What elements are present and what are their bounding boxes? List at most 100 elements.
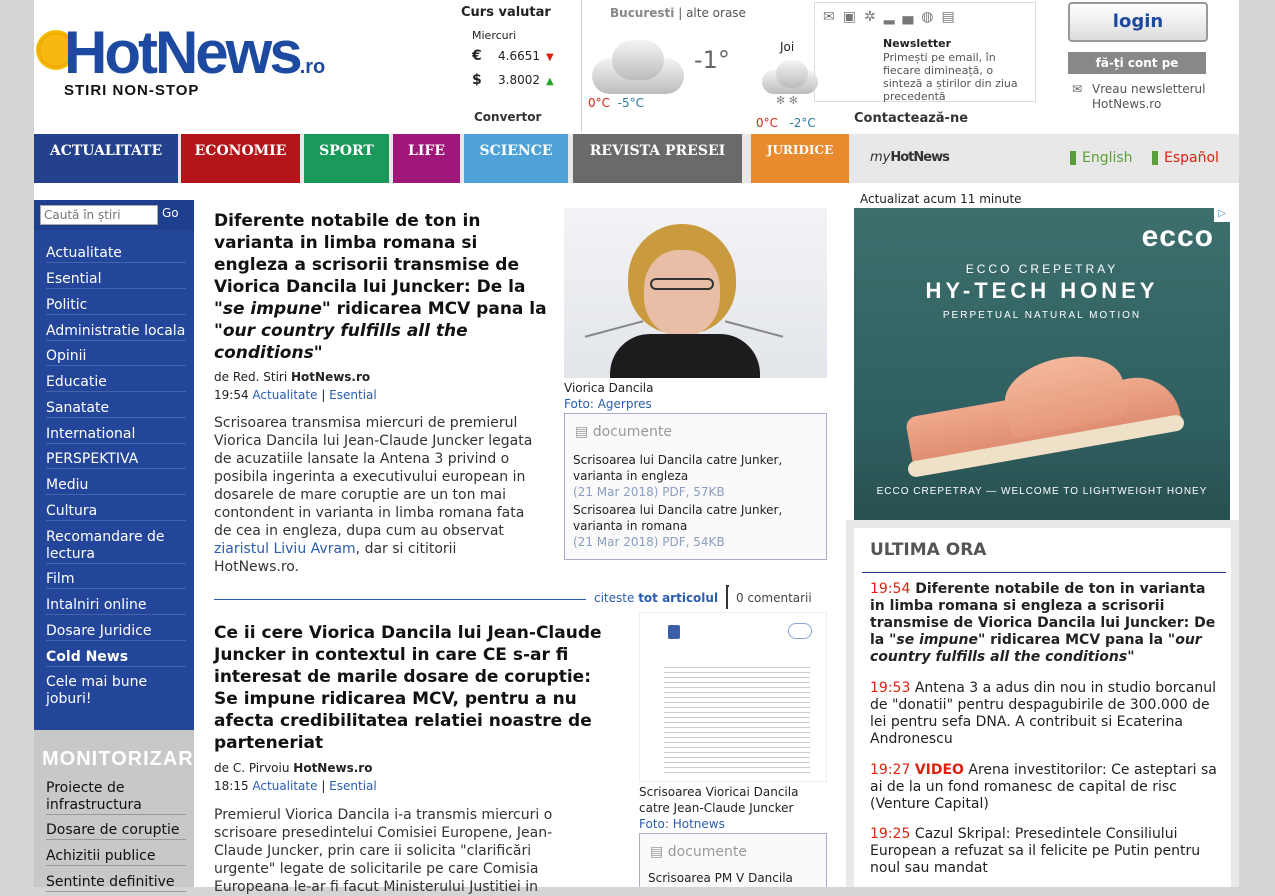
article-title[interactable]: Ce ii cere Viorica Dancila lui Jean-Clau… [214, 622, 619, 754]
sidebar-item-sanatate[interactable]: Sanatate [46, 400, 186, 418]
category-link[interactable]: Actualitate [252, 388, 317, 402]
logo-name: HotNews.ro [64, 19, 326, 86]
trend-up-icon: ▲ [546, 76, 554, 87]
newsletter-signup-link[interactable]: ✉ Vreau newsletterul HotNews.ro [1072, 82, 1222, 112]
author-link[interactable]: ziaristul Liviu Avram [214, 541, 356, 557]
article-byline: de Red. Stiri HotNews.ro [214, 370, 371, 384]
signal-icon[interactable]: ▂▄ [884, 9, 922, 25]
search-go-button[interactable]: Go [162, 206, 179, 220]
rss-icon[interactable]: ◍ [921, 9, 941, 25]
mail-icon[interactable]: ✉ [823, 9, 843, 25]
lang-spanish[interactable]: Español [1152, 150, 1219, 166]
lang-english[interactable]: English [1070, 150, 1133, 166]
contact-link[interactable]: Contactează-ne [854, 111, 968, 126]
fx-row-eur: €4.6651 ▼ [472, 48, 572, 64]
other-cities-link[interactable]: alte orase [686, 6, 746, 20]
weather-city: Bucuresti | alte orase [610, 6, 746, 20]
tab-juridice[interactable]: JURIDICE [751, 134, 849, 183]
photo-credit[interactable]: Foto: Hotnews [639, 817, 725, 831]
sidebar-item-cold-news[interactable]: Cold News [46, 649, 186, 667]
converter-link[interactable]: Convertor [474, 110, 541, 124]
search-input[interactable] [40, 205, 158, 225]
document-item[interactable]: Scrisoarea lui Dancila catre Junker, var… [573, 452, 813, 500]
sidebar-item-joburi[interactable]: Cele mai bune joburi! [46, 674, 186, 708]
hotnews-logo[interactable]: HotNews.ro STIRI NON-STOP [34, 19, 374, 104]
sidebar-item-administratie[interactable]: Administratie locala [46, 323, 186, 341]
page: HotNews.ro STIRI NON-STOP Curs valutar M… [34, 0, 1239, 895]
monitor-item-sentinte[interactable]: Sentinte definitive [46, 874, 186, 892]
sidebar-item-intalniri[interactable]: Intalniri online [46, 597, 186, 615]
tab-economie[interactable]: ECONOMIE [181, 134, 300, 183]
document-item[interactable]: Scrisoarea lui Dancila catre Junker, var… [573, 502, 813, 550]
article-summary: Scrisoarea transmisa miercuri de premier… [214, 415, 533, 575]
tab-life[interactable]: LIFE [393, 134, 460, 183]
category-link[interactable]: Esential [329, 388, 377, 402]
comments-link[interactable]: 0 comentarii [736, 591, 812, 605]
ad-line: PERPETUAL NATURAL MOTION [942, 310, 1142, 321]
photo-credit[interactable]: Foto: Agerpres [564, 397, 652, 411]
sidebar-item-mediu[interactable]: Mediu [46, 477, 186, 495]
article-title[interactable]: Diferente notabile de ton in varianta in… [214, 210, 554, 364]
news-item[interactable]: 19:27 VIDEO Arena investitorilor: Ce ast… [870, 762, 1220, 813]
login-button[interactable]: login [1068, 2, 1208, 42]
sidebar-item-dosare-juridice[interactable]: Dosare Juridice [46, 623, 186, 641]
signup-button[interactable]: fă-ți cont pe Hotnews [1068, 52, 1206, 92]
document-item[interactable]: Scrisoarea PM V Dancila [648, 870, 824, 886]
sidebar-menu: Actualitate Esential Politic Administrat… [34, 230, 194, 730]
romania-100-logo [788, 623, 812, 639]
logo-tagline: STIRI NON-STOP [64, 82, 200, 99]
read-more-link[interactable]: citeste tot articolul [594, 591, 718, 605]
tab-actualitate[interactable]: ACTUALITATE [34, 134, 178, 183]
sidebar-item-perspektiva[interactable]: PERSPEKTIVA [46, 451, 186, 469]
news-item[interactable]: 19:53 Antena 3 a adus din nou in studio … [870, 680, 1220, 748]
sidebar-item-esential[interactable]: Esential [46, 271, 186, 289]
ad-choices-icon[interactable]: ▷ [1214, 208, 1230, 222]
mobile-icon[interactable]: ▣ [843, 9, 864, 25]
trend-down-icon: ▼ [546, 52, 554, 63]
monitor-item-achizitii[interactable]: Achizitii publice [46, 848, 186, 866]
latest-news-inner: ULTIMA ORA 19:54 Diferente notabile de t… [854, 528, 1231, 887]
today-range: 0°C -5°C [588, 96, 644, 110]
fx-value: 3.8002 [498, 73, 540, 87]
ecco-advertisement[interactable]: ▷ ecco ECCO CREPETRAY HY-TECH HONEY PERP… [854, 208, 1230, 520]
sidebar-item-politic[interactable]: Politic [46, 297, 186, 315]
feed-icon[interactable]: ▤ [941, 9, 962, 25]
documents-box: ▤ documente Scrisoarea lui Dancila catre… [564, 413, 827, 560]
government-crest-icon [668, 625, 680, 639]
sidebar-item-international[interactable]: International [46, 426, 186, 444]
letter-thumbnail[interactable] [639, 612, 827, 782]
monitorizari-logo[interactable]: MONITORIZARI [42, 748, 200, 771]
article-photo[interactable] [564, 208, 827, 378]
weather-city-name[interactable]: Bucuresti [610, 6, 674, 20]
ad-brand: ecco [1141, 220, 1214, 253]
news-item[interactable]: 19:25 Cazul Skripal: Presedintele Consil… [870, 826, 1220, 877]
sidebar-item-recomandare[interactable]: Recomandare de lectura [46, 529, 186, 564]
category-link[interactable]: Actualitate [252, 779, 317, 793]
sidebar-item-educatie[interactable]: Educatie [46, 374, 186, 392]
latest-news-box: ULTIMA ORA 19:54 Diferente notabile de t… [846, 520, 1239, 887]
documents-header: ▤ documente [575, 424, 672, 440]
dollar-icon: $ [472, 72, 482, 88]
sidebar-item-film[interactable]: Film [46, 571, 186, 589]
ad-line: ECCO CREPETRAY — WELCOME TO LIGHTWEIGHT … [876, 486, 1208, 497]
tab-sport[interactable]: SPORT [304, 134, 389, 183]
next-day-label: Joi [780, 40, 795, 54]
fx-title: Curs valutar [461, 5, 551, 20]
euro-icon: € [472, 48, 482, 64]
sidebar-item-cultura[interactable]: Cultura [46, 503, 186, 521]
category-link[interactable]: Esential [329, 779, 377, 793]
sidebar-item-opinii[interactable]: Opinii [46, 348, 186, 366]
flag-icon [1070, 151, 1076, 165]
weather-icon[interactable]: ✲ [864, 9, 884, 25]
sidebar-item-actualitate[interactable]: Actualitate [46, 245, 186, 263]
monitor-item-infrastructura[interactable]: Proiecte de infrastructura [46, 780, 186, 815]
news-item[interactable]: 19:54 Diferente notabile de ton in varia… [870, 581, 1220, 666]
social-icons: ✉▣✲▂▄◍▤ [823, 9, 963, 25]
documents-header: ▤ documente [650, 844, 747, 860]
myhotnews-link[interactable]: myHotNews [870, 150, 950, 165]
monitor-item-coruptie[interactable]: Dosare de coruptie [46, 822, 186, 840]
tab-revista-presei[interactable]: REVISTA PRESEI [573, 134, 742, 183]
search-box: Go [34, 200, 194, 230]
tab-science[interactable]: SCIENCE [464, 134, 568, 183]
monitorizari-box: MONITORIZARI Proiecte de infrastructura … [34, 730, 199, 892]
